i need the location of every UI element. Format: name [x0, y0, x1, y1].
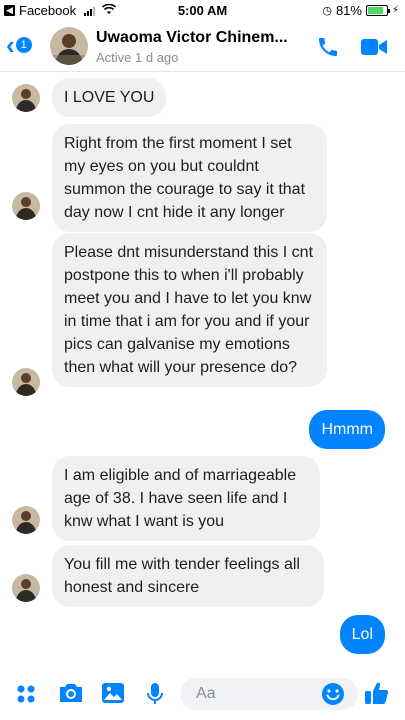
message-thread[interactable]: I LOVE YOU Right from the first moment I… — [0, 72, 405, 668]
message-bubble[interactable]: I am eligible and of marriageable age of… — [52, 456, 320, 541]
like-button[interactable] — [364, 680, 390, 711]
contact-avatar-small[interactable] — [12, 84, 40, 112]
message-bubble[interactable]: You fill me with tender feelings all hon… — [52, 545, 324, 607]
voice-button[interactable] — [146, 682, 164, 711]
message-bubble[interactable]: Right from the first moment I set my eye… — [52, 124, 327, 232]
message-input-placeholder: Aa — [196, 685, 216, 702]
charging-icon: ⚡ — [391, 5, 399, 16]
status-right: ◷ 81% ⚡ — [322, 3, 399, 18]
chat-header: ‹ 1 Uwaoma Victor Chinem... Active 1 d a… — [0, 22, 405, 72]
thumbs-up-icon — [365, 682, 389, 704]
image-icon — [102, 683, 124, 703]
more-options-button[interactable] — [16, 684, 36, 709]
video-call-button[interactable] — [360, 37, 388, 62]
four-dots-icon — [17, 685, 35, 703]
message-bubble[interactable]: Please dnt misunderstand this I cnt post… — [52, 233, 327, 387]
contact-avatar-small[interactable] — [12, 574, 40, 602]
camera-icon — [60, 684, 82, 702]
battery-level — [367, 7, 383, 14]
call-button[interactable] — [316, 35, 340, 64]
alarm-icon: ◷ — [322, 5, 332, 17]
contact-avatar-small[interactable] — [12, 506, 40, 534]
active-status: Active 1 d ago — [96, 50, 179, 65]
battery-percent: 81% — [335, 3, 362, 18]
emoji-button[interactable] — [321, 682, 345, 711]
status-bar: ◀ Facebook 5:00 AM ◷ 81% ⚡ — [0, 0, 405, 22]
camera-button[interactable] — [58, 682, 84, 709]
chevron-left-icon: ‹ — [6, 30, 15, 60]
composer-bar: Aa — [0, 668, 405, 720]
contact-name[interactable]: Uwaoma Victor Chinem... — [96, 29, 288, 47]
microphone-icon — [147, 683, 163, 704]
phone-icon — [319, 38, 337, 56]
back-button[interactable]: ‹ 1 — [6, 30, 32, 60]
video-camera-icon — [361, 39, 387, 55]
message-bubble[interactable]: I LOVE YOU — [52, 78, 167, 117]
unread-badge: 1 — [15, 37, 32, 53]
gallery-button[interactable] — [101, 682, 125, 709]
contact-avatar-small[interactable] — [12, 192, 40, 220]
smiley-icon — [322, 683, 344, 705]
battery-icon — [365, 5, 390, 16]
contact-avatar[interactable] — [50, 27, 88, 65]
sent-message-bubble[interactable]: Hmmm — [309, 410, 385, 449]
contact-avatar-small[interactable] — [12, 368, 40, 396]
sent-message-bubble[interactable]: Lol — [339, 615, 385, 654]
